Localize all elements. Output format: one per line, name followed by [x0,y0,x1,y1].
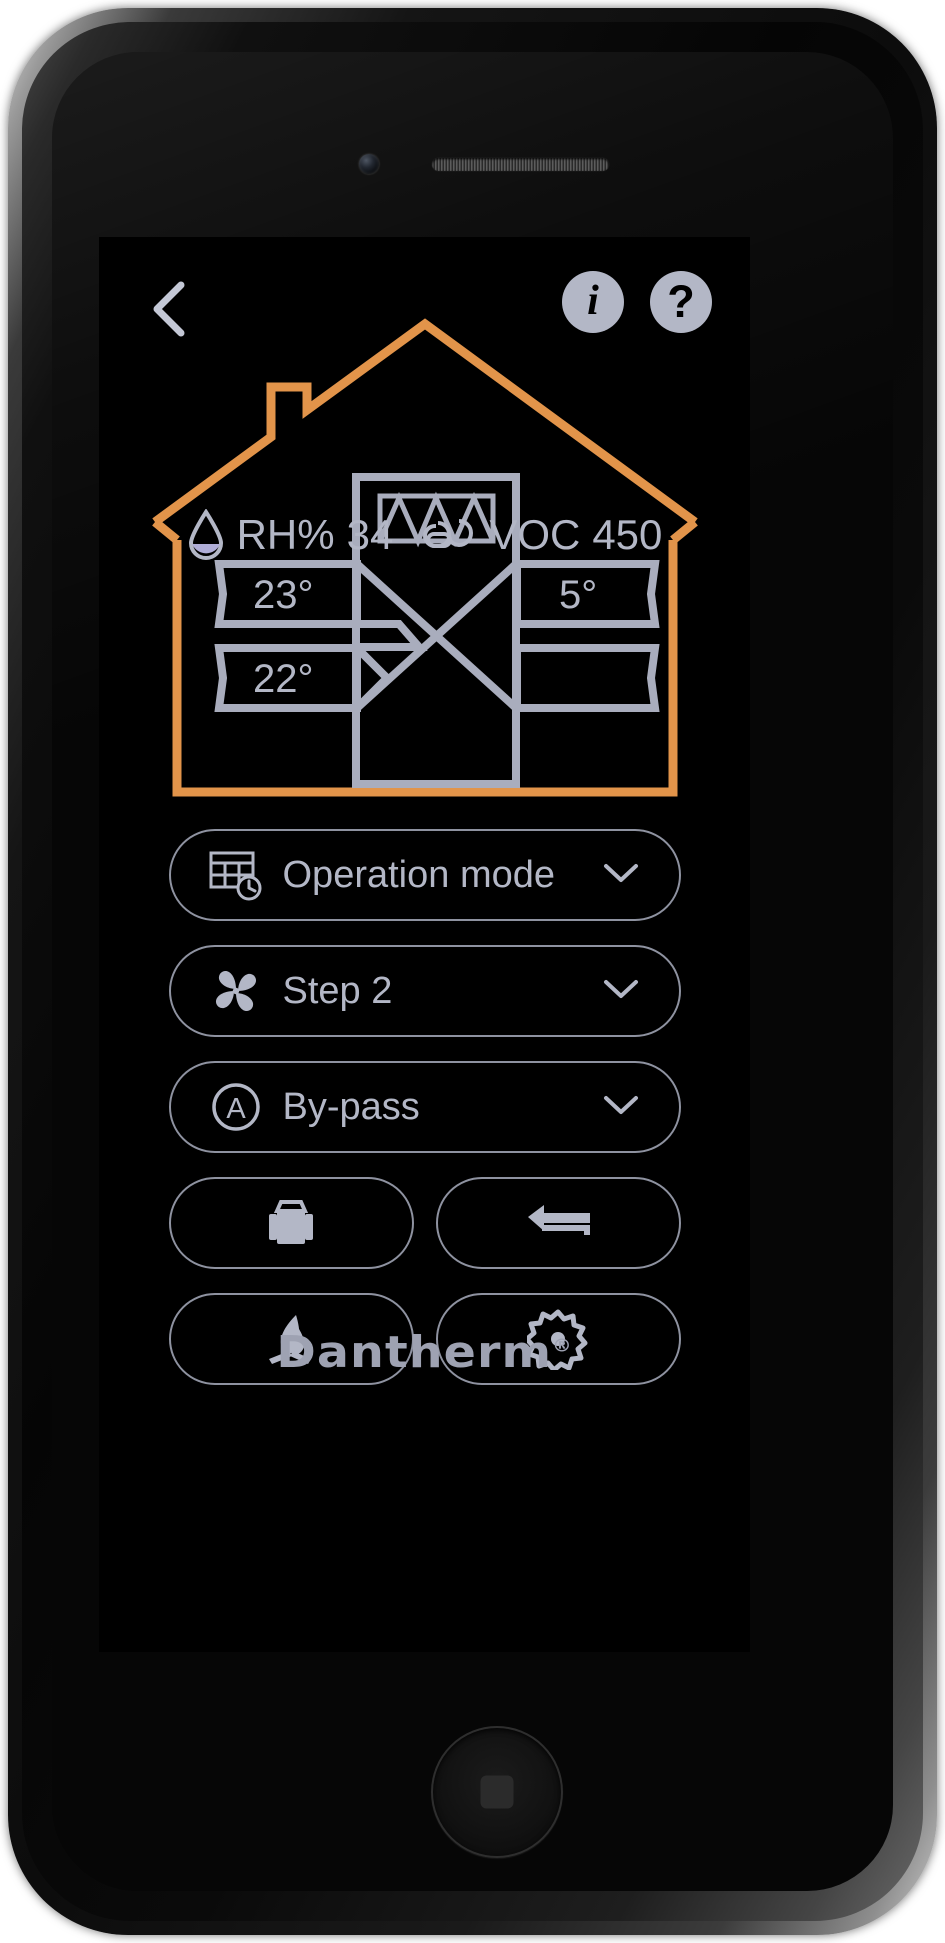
phone-outer-frame: i ? 23° 5° 22° RH% 34 VOC 450 Operation … [8,8,937,1935]
house-outline [172,564,678,797]
brand-logo: Dantherm® [73,1327,776,1378]
control-list: Operation mode Step 2 A By-pass [99,829,750,1409]
humidity-label: RH% [236,511,335,558]
home-button[interactable] [431,1726,563,1858]
sensor-readings: RH% 34 VOC 450 [99,509,750,561]
auto-a-icon: A [205,1079,267,1135]
bed-icon [528,1205,590,1235]
fan-step-button[interactable]: Step 2 [168,945,681,1037]
phone-inner-frame: i ? 23° 5° 22° RH% 34 VOC 450 Operation … [22,22,923,1921]
front-camera [359,154,379,174]
operation-mode-button[interactable]: Operation mode [168,829,681,921]
voc-label: VOC [489,511,581,558]
temp-extract-out: 5° [559,573,597,617]
quick-actions-row-1 [168,1177,681,1269]
brand-name: Dantherm [276,1327,553,1378]
humidity-reading: RH% 34 [187,509,394,561]
earpiece-speaker [432,158,609,171]
humidity-value: 34 [346,511,394,558]
bypass-label: By-pass [282,1085,420,1128]
inner-arrow-left [357,620,428,651]
house-roof [152,318,698,526]
temp-supply-in: 23° [253,573,314,617]
away-mode-button[interactable] [168,1177,414,1269]
voc-reading: VOC 450 [421,511,662,559]
phone-device: i ? 23° 5° 22° RH% 34 VOC 450 Operation … [0,0,945,1943]
temp-supply-out: 22° [253,657,314,701]
chevron-down-icon [603,978,639,1005]
fan-icon [205,963,267,1019]
night-mode-button[interactable] [435,1177,681,1269]
phone-face: i ? 23° 5° 22° RH% 34 VOC 450 Operation … [52,52,893,1891]
svg-text:A: A [226,1093,246,1125]
water-drop-icon [188,509,223,560]
bypass-button[interactable]: A By-pass [168,1061,681,1153]
duct-extract-in [513,644,660,712]
voc-value: 450 [592,511,663,558]
home-button-square [480,1775,514,1809]
suitcase-icon [269,1200,313,1244]
app-screen: i ? 23° 5° 22° RH% 34 VOC 450 Operation … [99,237,750,1652]
chevron-down-icon [603,1094,639,1121]
fan-step-label: Step 2 [282,969,393,1012]
chevron-down-icon [603,862,639,889]
cloud-icon [423,519,474,548]
calendar-clock-icon [205,847,267,903]
brand-registered-mark: ® [552,1335,573,1357]
operation-mode-label: Operation mode [282,853,556,896]
